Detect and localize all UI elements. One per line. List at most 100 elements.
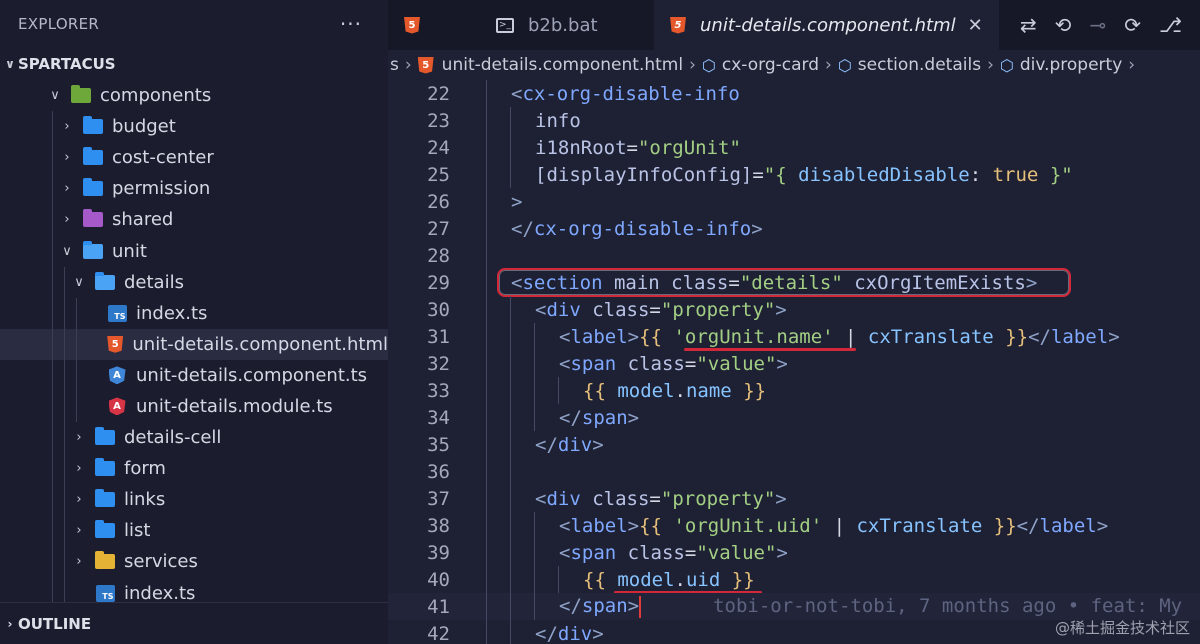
line-number: 27 <box>427 217 450 240</box>
tree-item-label: components <box>100 85 212 107</box>
line-number: 33 <box>427 379 450 402</box>
tree-item-unit-details-html[interactable]: 5 unit-details.component.html <box>0 328 388 360</box>
tree-item-details-cell[interactable]: › details-cell <box>0 422 388 454</box>
code-line: 31 <label>{{ 'orgUnit.name' | cxTranslat… <box>388 323 1200 351</box>
chevron-icon: ∨ <box>62 243 72 259</box>
breadcrumb-item[interactable]: s <box>390 55 399 75</box>
line-number: 26 <box>427 190 450 213</box>
tree-item-unit[interactable]: ∨ unit <box>0 235 388 267</box>
compare-changes-icon[interactable]: ⇄ <box>1020 13 1037 37</box>
line-number: 35 <box>427 433 450 456</box>
tree-item-form[interactable]: › form <box>0 453 388 485</box>
tree-item-list[interactable]: › list <box>0 515 388 547</box>
line-number: 39 <box>427 541 450 564</box>
tree-item-permission[interactable]: › permission <box>0 173 388 205</box>
code-line: 33 {{ model.name }} <box>388 377 1200 404</box>
close-icon[interactable]: ✕ <box>968 15 983 36</box>
folder-icon <box>94 551 116 571</box>
explorer-title: EXPLORER <box>18 15 100 33</box>
line-number: 42 <box>427 622 450 644</box>
html-file-icon: 5 <box>404 16 420 34</box>
breadcrumb-item[interactable]: unit-details.component.html <box>442 55 683 75</box>
code-line: 26 > <box>388 188 1200 215</box>
tree-item-unit-details-module[interactable]: A unit-details.module.ts <box>0 390 388 423</box>
tree-item-label: unit-details.component.ts <box>136 364 368 386</box>
tab-b2b-bat[interactable]: >_ b2b.bat <box>480 0 654 50</box>
line-number: 40 <box>427 568 450 591</box>
breadcrumb-item[interactable]: section.details <box>858 55 981 75</box>
typescript-file-icon: TS <box>94 584 116 602</box>
tree-item-services[interactable]: › services <box>0 546 388 578</box>
code-line-current: 41 </span> tobi-or-not-tobi, 7 months ago… <box>388 593 1200 620</box>
line-number: 23 <box>427 109 450 132</box>
explorer-sidebar: EXPLORER ··· ∨ SPARTACUS ∨ components › … <box>0 0 388 644</box>
tree-item-details[interactable]: ∨ details <box>0 266 388 298</box>
folder-icon <box>94 427 116 447</box>
tree-item-label: cost-center <box>112 147 214 169</box>
chevron-down-icon: ∨ <box>5 57 15 71</box>
code-line-section: 29 <section main class="details" cxOrgIt… <box>388 268 1200 297</box>
tab-bar: 5 >_ b2b.bat 5 unit-details.component.ht… <box>388 0 1200 50</box>
outline-section-header[interactable]: › OUTLINE <box>0 602 388 644</box>
tree-item-unit-details-ts[interactable]: A unit-details.component.ts <box>0 359 388 391</box>
more-actions-icon[interactable]: ··· <box>340 12 362 36</box>
chevron-right-icon: › <box>7 616 13 631</box>
code-line: 35 </div> <box>388 431 1200 458</box>
chevron-icon: › <box>64 150 70 166</box>
line-number: 25 <box>427 163 450 186</box>
folder-icon <box>94 520 116 540</box>
html-file-icon: 5 <box>417 56 434 74</box>
line-number: 31 <box>427 325 450 348</box>
terminal-icon: >_ <box>496 17 514 33</box>
git-graph-icon[interactable]: ⎇ <box>1159 13 1182 37</box>
editor-area: 5 >_ b2b.bat 5 unit-details.component.ht… <box>388 0 1200 644</box>
line-number: 37 <box>427 487 450 510</box>
tree-item-components[interactable]: ∨ components <box>0 80 388 111</box>
chevron-icon: › <box>64 181 70 197</box>
code-line: 36 <box>388 458 1200 485</box>
code-line: 27 </cx-org-disable-info> <box>388 215 1200 242</box>
code-line: 25 [displayInfoConfig]="{ disabledDisabl… <box>388 161 1200 188</box>
code-line: 24 i18nRoot="orgUnit" <box>388 134 1200 161</box>
code-editor[interactable]: 22 <cx-org-disable-info 23 info 24 i18nR… <box>388 80 1200 644</box>
git-commit-icon[interactable]: ⊸ <box>1089 13 1106 37</box>
tree-item-budget[interactable]: › budget <box>0 111 388 143</box>
chevron-icon: › <box>76 430 82 446</box>
breadcrumb: s › 5 unit-details.component.html › ⬡ cx… <box>390 55 1136 75</box>
line-number: 34 <box>427 406 450 429</box>
breadcrumb-item[interactable]: cx-org-card <box>722 55 819 75</box>
tab-unit-details-html[interactable]: 5 unit-details.component.html ✕ <box>654 0 999 50</box>
html-file-icon: 5 <box>106 335 124 353</box>
tree-item-label: index.ts <box>136 302 208 324</box>
file-tree: ∨ components › budget › cost-center › pe… <box>0 80 388 609</box>
tab-html-file[interactable]: 5 <box>388 0 480 50</box>
line-number: 24 <box>427 136 450 159</box>
go-forward-icon[interactable]: ⟳ <box>1124 13 1141 37</box>
code-line: 23 info <box>388 107 1200 134</box>
tree-item-label: details <box>124 271 184 293</box>
go-back-icon[interactable]: ⟲ <box>1055 13 1072 37</box>
tree-item-label: budget <box>112 116 176 138</box>
tab-label: b2b.bat <box>528 14 598 36</box>
code-line: 38 <label>{{ 'orgUnit.uid' | cxTranslate… <box>388 512 1200 539</box>
tree-item-index-ts[interactable]: TS index.ts <box>0 297 388 329</box>
tree-item-links[interactable]: › links <box>0 484 388 516</box>
breadcrumb-item[interactable]: div.property <box>1020 55 1122 75</box>
chevron-icon: › <box>64 212 70 228</box>
code-line: 32 <span class="value"> <box>388 350 1200 377</box>
chevron-icon: ∨ <box>74 274 84 290</box>
watermark-text: @稀土掘金技术社区 <box>1054 619 1190 637</box>
element-icon: ⬡ <box>701 55 716 75</box>
project-section-header[interactable]: ∨ SPARTACUS <box>0 48 388 80</box>
chevron-icon: › <box>76 523 82 539</box>
tree-item-cost-center[interactable]: › cost-center <box>0 142 388 174</box>
code-line: 28 <box>388 242 1200 269</box>
line-number: 28 <box>427 244 450 267</box>
tree-item-label: list <box>124 520 151 542</box>
tree-item-label: unit-details.module.ts <box>136 395 333 417</box>
code-line: 37 <div class="property"> <box>388 485 1200 512</box>
line-number: 36 <box>427 460 450 483</box>
tree-item-label: links <box>124 489 166 511</box>
code-line: 22 <cx-org-disable-info <box>388 80 1200 107</box>
tree-item-shared[interactable]: › shared <box>0 204 388 236</box>
